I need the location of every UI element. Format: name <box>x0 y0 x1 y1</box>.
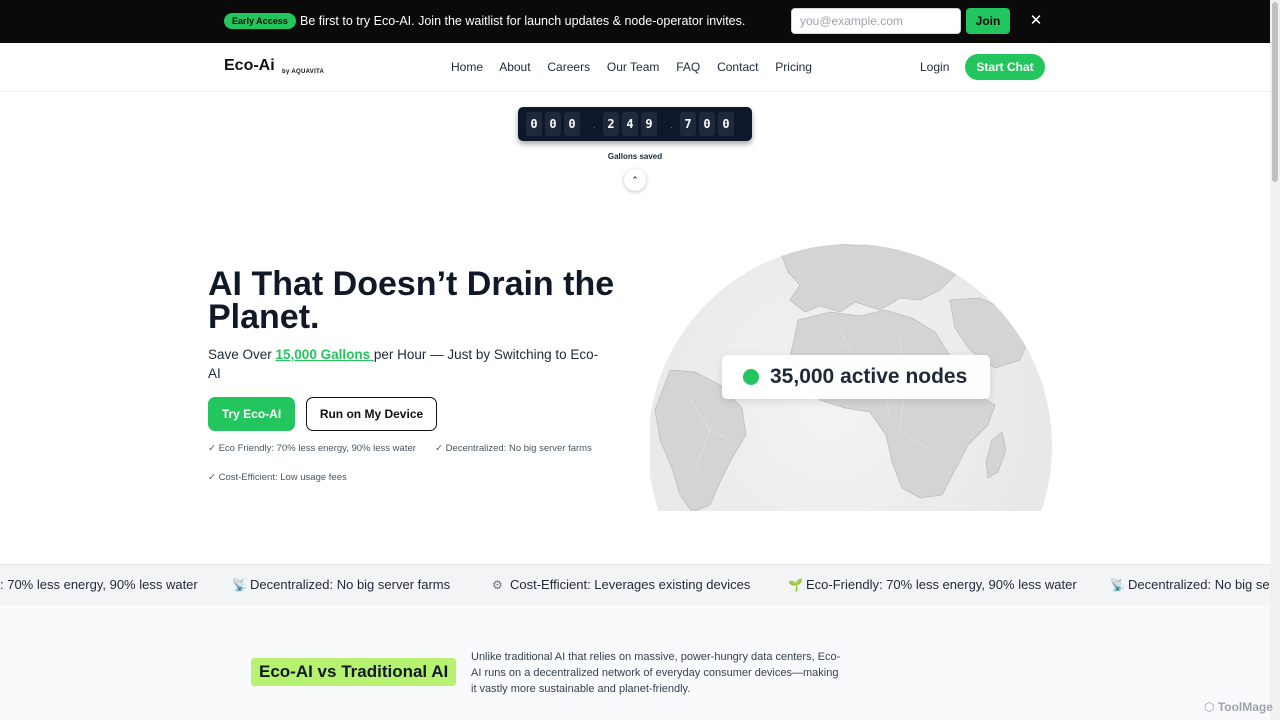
scrollbar-thumb[interactable] <box>1272 2 1278 182</box>
ticker-item-text: : 70% less energy, 90% less water <box>0 577 198 592</box>
watermark-text: ToolMage <box>1217 700 1273 714</box>
try-eco-ai-button[interactable]: Try Eco-AI <box>208 397 295 431</box>
counter-digit: 0 <box>564 112 580 136</box>
feature-cost-efficient: ✓ Cost-Efficient: Low usage fees <box>208 472 347 483</box>
nav-link-pricing[interactable]: Pricing <box>775 60 812 74</box>
main-nav: Eco-Ai by AQUAVITA Home About Careers Ou… <box>0 43 1270 92</box>
counter-digit: 0 <box>526 112 542 136</box>
hero-title: AI That Doesn’t Drain the Planet. <box>208 265 615 336</box>
gallons-highlight: 15,000 Gallons <box>275 347 374 362</box>
nav-link-faq[interactable]: FAQ <box>676 60 700 74</box>
satellite-dish-icon: 📡 <box>232 578 247 592</box>
feature-decentralized: ✓ Decentralized: No big server farms <box>435 443 592 454</box>
gallons-counter: 0 0 0 . 2 4 9 . 7 0 0 <box>518 107 752 141</box>
login-link[interactable]: Login <box>920 60 949 74</box>
active-nodes-text: 35,000 active nodes <box>770 365 968 388</box>
counter-separator: . <box>593 120 596 131</box>
ticker-item: 📡Decentralized: No big server farms <box>1110 577 1270 592</box>
watermark: ⬡ ToolMage <box>1204 700 1273 714</box>
counter-digit: 0 <box>545 112 561 136</box>
ticker-item: : 70% less energy, 90% less water <box>0 577 198 592</box>
banner-message: Be first to try Eco-AI. Join the waitlis… <box>300 14 746 28</box>
comparison-title: Eco-AI vs Traditional AI <box>251 658 457 686</box>
ticker-item-text: Decentralized: No big server farms <box>250 577 451 592</box>
counter-digit: 9 <box>641 112 657 136</box>
ticker-item-text: Decentralized: No big server farms <box>1128 577 1270 592</box>
status-dot-icon <box>743 369 759 385</box>
join-button[interactable]: Join <box>966 8 1010 34</box>
feature-eco-friendly: ✓ Eco Friendly: 70% less energy, 90% les… <box>208 443 416 454</box>
counter-label: Gallons saved <box>607 152 663 161</box>
active-nodes-card: 35,000 active nodes <box>722 355 990 399</box>
logo-subtext: by AQUAVITA <box>282 69 325 75</box>
feature-ticker: : 70% less energy, 90% less water 📡 Decen… <box>0 564 1270 606</box>
ticker-item: ⚙ Cost-Efficient: Leverages existing devi… <box>492 577 750 592</box>
page-scrollbar[interactable] <box>1270 0 1280 720</box>
close-banner-icon[interactable]: ✕ <box>1027 12 1045 30</box>
logo[interactable]: Eco-Ai <box>224 57 275 75</box>
ticker-item: 🌱 Eco-Friendly: 70% less energy, 90% less… <box>788 577 1077 592</box>
start-chat-button[interactable]: Start Chat <box>965 54 1045 80</box>
waitlist-email-input[interactable] <box>791 8 961 34</box>
gear-icon: ⚙ <box>492 578 503 592</box>
early-access-badge: Early Access <box>224 13 296 29</box>
ticker-item-text: Cost-Efficient: Leverages existing devic… <box>510 577 751 592</box>
ticker-item-text: Eco-Friendly: 70% less energy, 90% less … <box>806 577 1077 592</box>
seedling-icon: 🌱 <box>788 578 803 592</box>
nav-link-about[interactable]: About <box>499 60 530 74</box>
counter-digit: 0 <box>718 112 734 136</box>
nav-link-our-team[interactable]: Our Team <box>607 60 659 74</box>
nav-links: Home About Careers Our Team FAQ Contact … <box>451 60 825 74</box>
nav-link-contact[interactable]: Contact <box>717 60 758 74</box>
counter-digit: 2 <box>603 112 619 136</box>
hexagon-icon: ⬡ <box>1204 700 1218 714</box>
hero-subtitle: Save Over 15,000 Gallons per Hour — Just… <box>208 345 608 383</box>
run-on-device-button[interactable]: Run on My Device <box>306 397 437 431</box>
early-access-banner: Early Access Be first to try Eco-AI. Joi… <box>0 0 1270 43</box>
satellite-dish-icon: 📡 <box>1110 578 1125 592</box>
nav-link-careers[interactable]: Careers <box>547 60 590 74</box>
hero-subtitle-start: Save Over <box>208 347 276 362</box>
chevron-up-icon[interactable]: ⌃ <box>624 169 646 191</box>
counter-separator: . <box>670 120 673 131</box>
counter-digit: 7 <box>680 112 696 136</box>
counter-digit: 0 <box>699 112 715 136</box>
comparison-section: Eco-AI vs Traditional AI Unlike traditio… <box>0 605 1270 720</box>
nav-link-home[interactable]: Home <box>451 60 483 74</box>
counter-digit: 4 <box>622 112 638 136</box>
ticker-item: 📡Decentralized: No big server farms <box>232 577 450 592</box>
comparison-text: Unlike traditional AI that relies on mas… <box>471 651 841 695</box>
